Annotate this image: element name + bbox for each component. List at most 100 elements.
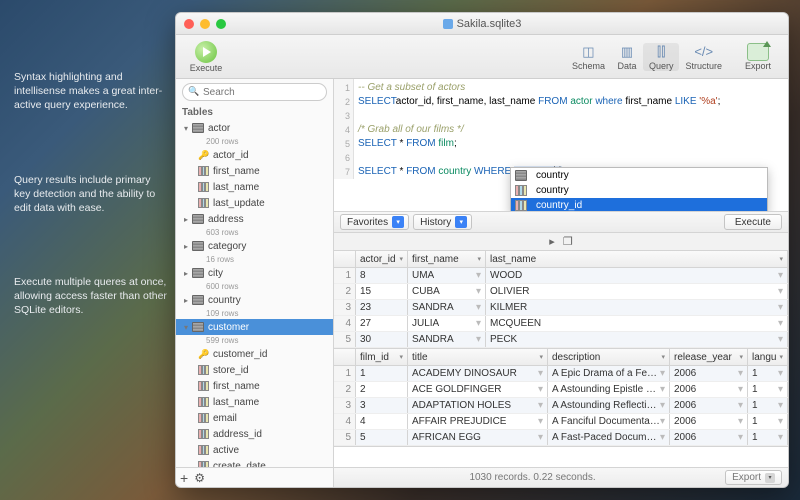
- column-header[interactable]: title▾: [408, 349, 548, 365]
- column-header[interactable]: langu▾: [748, 349, 788, 365]
- code-line[interactable]: [358, 151, 788, 165]
- table-row[interactable]: ▸address: [176, 211, 333, 227]
- grid-header[interactable]: actor_id▾first_name▾last_name▾: [334, 251, 788, 268]
- cell[interactable]: A Astounding Epistle of a Database Ad…▾: [548, 382, 670, 397]
- table-row[interactable]: ▾actor: [176, 120, 333, 136]
- cell[interactable]: 1: [356, 366, 408, 381]
- cell[interactable]: A Fanciful Documentary of a Frisbee An…▾: [548, 414, 670, 429]
- minimize-icon[interactable]: [200, 19, 210, 29]
- column-row[interactable]: 🔑customer_id: [176, 346, 333, 362]
- execute-button[interactable]: Execute: [184, 41, 228, 73]
- table-row[interactable]: 44AFFAIR PREJUDICE▾A Fanciful Documentar…: [334, 414, 788, 430]
- table-tree[interactable]: ▾actor200 rows🔑actor_idfirst_namelast_na…: [176, 120, 333, 467]
- cell[interactable]: 1▾: [748, 414, 788, 429]
- column-header[interactable]: actor_id▾: [356, 251, 408, 267]
- cell[interactable]: 1▾: [748, 398, 788, 413]
- table-row[interactable]: ▸country: [176, 292, 333, 308]
- code-line[interactable]: -- Get a subset of actors: [358, 81, 788, 95]
- cell[interactable]: ADAPTATION HOLES▾: [408, 398, 548, 413]
- column-header[interactable]: description▾: [548, 349, 670, 365]
- column-row[interactable]: last_update: [176, 195, 333, 211]
- table-row[interactable]: 427JULIA▾MCQUEEN▾: [334, 316, 788, 332]
- cell[interactable]: 2006▾: [670, 366, 748, 381]
- disclosure-icon[interactable]: ▸: [182, 296, 190, 305]
- cell[interactable]: CUBA▾: [408, 284, 486, 299]
- cell[interactable]: 30: [356, 332, 408, 347]
- cell[interactable]: ACADEMY DINOSAUR▾: [408, 366, 548, 381]
- autocomplete-popup[interactable]: countrycountrycountry_id: [510, 167, 768, 211]
- cell[interactable]: 1▾: [748, 382, 788, 397]
- result-tabs[interactable]: ▸ ❐: [334, 233, 788, 251]
- column-row[interactable]: 🔑actor_id: [176, 147, 333, 163]
- disclosure-icon[interactable]: ▸: [182, 242, 190, 251]
- code-line[interactable]: SELECT * FROM film;: [358, 137, 788, 151]
- column-row[interactable]: address_id: [176, 426, 333, 442]
- cell[interactable]: WOOD▾: [486, 268, 788, 283]
- query-tab[interactable]: ⫿⫿Query: [643, 43, 680, 71]
- table-row[interactable]: 18UMA▾WOOD▾: [334, 268, 788, 284]
- column-row[interactable]: first_name: [176, 163, 333, 179]
- column-header[interactable]: last_name▾: [486, 251, 788, 267]
- favorites-dropdown[interactable]: Favorites▾: [340, 214, 409, 230]
- disclosure-icon[interactable]: ▾: [182, 124, 190, 133]
- cell[interactable]: 2: [356, 382, 408, 397]
- code-line[interactable]: SELECTactor_id, first_name, last_name FR…: [358, 95, 788, 109]
- cell[interactable]: OLIVIER▾: [486, 284, 788, 299]
- cell[interactable]: 8: [356, 268, 408, 283]
- cell[interactable]: 1▾: [748, 430, 788, 445]
- grid-header[interactable]: film_id▾title▾description▾release_year▾l…: [334, 349, 788, 366]
- cell[interactable]: KILMER▾: [486, 300, 788, 315]
- result-tab-icon[interactable]: ❐: [563, 235, 573, 248]
- table-row[interactable]: 33ADAPTATION HOLES▾A Astounding Reflecti…: [334, 398, 788, 414]
- column-row[interactable]: email: [176, 410, 333, 426]
- code-line[interactable]: /* Grab all of our films */: [358, 123, 788, 137]
- table-row[interactable]: 55AFRICAN EGG▾A Fast-Paced Documentary o…: [334, 430, 788, 446]
- disclosure-icon[interactable]: ▸: [182, 215, 190, 224]
- cell[interactable]: 4: [356, 414, 408, 429]
- result-grid-1[interactable]: actor_id▾first_name▾last_name▾18UMA▾WOOD…: [334, 251, 788, 349]
- table-row[interactable]: 215CUBA▾OLIVIER▾: [334, 284, 788, 300]
- cell[interactable]: SANDRA▾: [408, 300, 486, 315]
- search-input[interactable]: [182, 83, 327, 101]
- cell[interactable]: PECK▾: [486, 332, 788, 347]
- disclosure-icon[interactable]: ▸: [182, 269, 190, 278]
- cell[interactable]: A Fast-Paced Documentary of a Pastry…▾: [548, 430, 670, 445]
- disclosure-icon[interactable]: ▾: [182, 323, 190, 332]
- sql-editor[interactable]: 1234567 -- Get a subset of actorsSELECTa…: [334, 79, 788, 211]
- column-header[interactable]: film_id▾: [356, 349, 408, 365]
- settings-button[interactable]: ⚙: [194, 471, 205, 485]
- cell[interactable]: 15: [356, 284, 408, 299]
- structure-tab[interactable]: </>Structure: [679, 43, 728, 71]
- titlebar[interactable]: Sakila.sqlite3: [176, 13, 788, 35]
- column-row[interactable]: active: [176, 442, 333, 458]
- table-row[interactable]: ▸category: [176, 238, 333, 254]
- zoom-icon[interactable]: [216, 19, 226, 29]
- cell[interactable]: 5: [356, 430, 408, 445]
- table-row[interactable]: 323SANDRA▾KILMER▾: [334, 300, 788, 316]
- code-line[interactable]: [358, 109, 788, 123]
- history-dropdown[interactable]: History▾: [413, 214, 472, 230]
- cell[interactable]: 23: [356, 300, 408, 315]
- cell[interactable]: AFFAIR PREJUDICE▾: [408, 414, 548, 429]
- schema-tab[interactable]: ◫Schema: [566, 43, 611, 71]
- cell[interactable]: 1▾: [748, 366, 788, 381]
- cell[interactable]: 2006▾: [670, 398, 748, 413]
- table-row[interactable]: ▸city: [176, 265, 333, 281]
- autocomplete-item[interactable]: country_id: [511, 198, 767, 211]
- column-row[interactable]: last_name: [176, 179, 333, 195]
- column-header[interactable]: first_name▾: [408, 251, 486, 267]
- cell[interactable]: JULIA▾: [408, 316, 486, 331]
- cell[interactable]: A Astounding Reflection of a Lumberjac…▾: [548, 398, 670, 413]
- autocomplete-item[interactable]: country: [511, 183, 767, 198]
- data-tab[interactable]: ▥Data: [611, 43, 643, 71]
- cell[interactable]: 2006▾: [670, 382, 748, 397]
- cell[interactable]: SANDRA▾: [408, 332, 486, 347]
- table-row[interactable]: 22ACE GOLDFINGER▾A Astounding Epistle of…: [334, 382, 788, 398]
- cell[interactable]: A Epic Drama of a Feminist And a Mad…▾: [548, 366, 670, 381]
- execute-query-button[interactable]: Execute: [724, 214, 782, 230]
- table-row[interactable]: 11ACADEMY DINOSAUR▾A Epic Drama of a Fem…: [334, 366, 788, 382]
- cell[interactable]: 2006▾: [670, 430, 748, 445]
- cell[interactable]: AFRICAN EGG▾: [408, 430, 548, 445]
- column-row[interactable]: last_name: [176, 394, 333, 410]
- cell[interactable]: ACE GOLDFINGER▾: [408, 382, 548, 397]
